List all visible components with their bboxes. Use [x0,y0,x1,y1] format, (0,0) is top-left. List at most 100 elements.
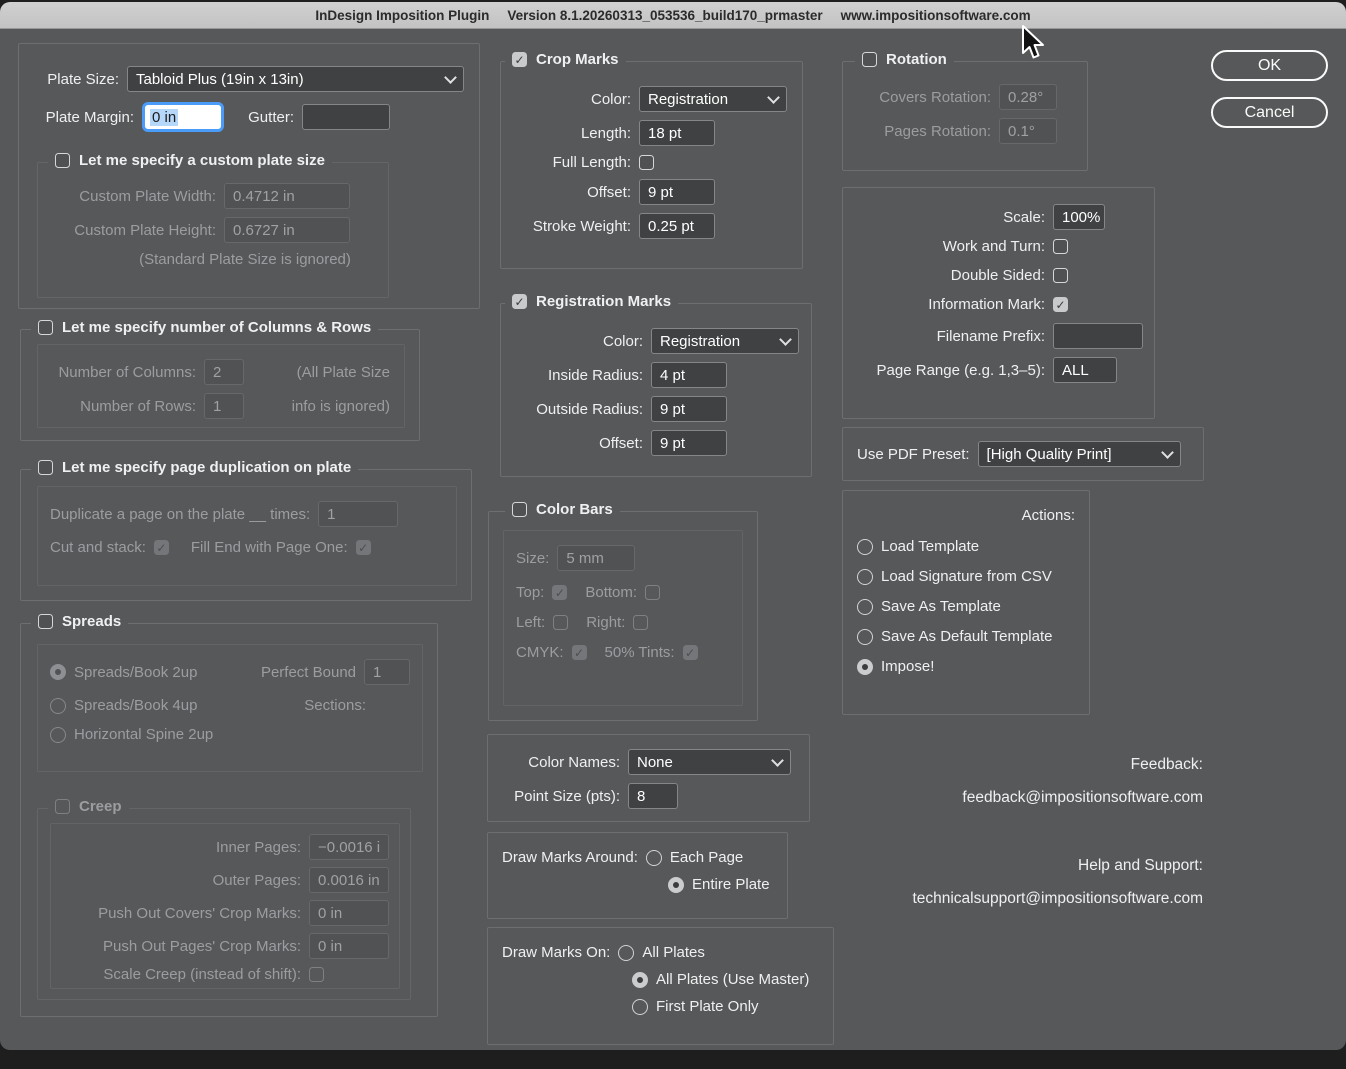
crop-marks-legend: Crop Marks [536,51,619,68]
columns-rows-checkbox[interactable] [38,320,53,335]
spreads-checkbox[interactable] [38,614,53,629]
colorbar-cmyk-label: CMYK: [516,644,564,661]
info-mark-label: Information Mark: [855,296,1045,313]
radio-all-plates[interactable] [618,945,634,961]
crop-length-input[interactable]: 18 pt [639,120,715,146]
plate-size-select[interactable]: Tabloid Plus (19in x 13in) [127,66,464,92]
radio-each-page[interactable] [646,850,662,866]
reg-color-label: Color: [513,333,643,350]
ok-button[interactable]: OK [1211,50,1328,81]
registration-marks-checkbox[interactable] [512,294,527,309]
color-names-select[interactable]: None [628,749,791,775]
custom-height-input[interactable]: 0.6727 in [224,217,350,243]
colorbar-cmyk-checkbox[interactable] [572,645,587,660]
horizontal-spine-label: Horizontal Spine 2up [74,726,213,743]
plate-margin-input[interactable]: 0 in [142,102,224,132]
cut-stack-checkbox[interactable] [154,540,169,555]
outer-pages-input[interactable]: 0.0016 in [309,867,389,893]
scale-creep-checkbox[interactable] [309,967,324,982]
color-names-value: None [637,754,673,771]
creep-checkbox[interactable] [55,799,70,814]
crop-marks-checkbox[interactable] [512,52,527,67]
work-turn-checkbox[interactable] [1053,239,1068,254]
title-bar[interactable]: InDesign Imposition Plugin Version 8.1.2… [0,2,1346,29]
colorbar-top-checkbox[interactable] [552,585,567,600]
chevron-down-icon [779,333,792,346]
page-range-input[interactable]: ALL [1053,357,1117,383]
radio-impose[interactable] [857,659,873,675]
load-signature-csv-label: Load Signature from CSV [881,568,1052,585]
radio-horizontal-spine-2up[interactable] [50,727,66,743]
color-bars-checkbox[interactable] [512,502,527,517]
point-size-input[interactable]: 8 [628,783,678,809]
radio-load-template[interactable] [857,539,873,555]
support-label: Help and Support: [880,856,1203,876]
mouse-cursor [1020,24,1046,69]
rotation-legend: Rotation [886,51,947,68]
cancel-button[interactable]: Cancel [1211,97,1328,128]
colorbar-tints-checkbox[interactable] [683,645,698,660]
colorbar-size-input[interactable]: 5 mm [557,545,635,571]
info-mark-checkbox[interactable] [1053,297,1068,312]
duplicate-times-value: 1 [327,506,335,523]
perfect-bound-input[interactable]: 1 [364,659,410,685]
pdf-preset-label: Use PDF Preset: [857,446,970,463]
perfect-bound-value: 1 [373,664,381,681]
colorbar-left-checkbox[interactable] [553,615,568,630]
push-pages-input[interactable]: 0 in [309,933,389,959]
columns-rows-legend: Let me specify number of Columns & Rows [62,319,371,336]
inside-radius-input[interactable]: 4 pt [651,362,727,388]
plate-note-line2: info is ignored) [292,398,390,415]
colorbar-bottom-checkbox[interactable] [645,585,660,600]
pages-rotation-input[interactable]: 0.1° [999,118,1057,144]
scale-input[interactable]: 100% [1053,204,1105,230]
covers-rotation-input[interactable]: 0.28° [999,84,1057,110]
radio-load-signature-csv[interactable] [857,569,873,585]
inner-pages-input[interactable]: −0.0016 i [309,834,389,860]
covers-rotation-value: 0.28° [1008,89,1043,106]
reg-offset-input[interactable]: 9 pt [651,430,727,456]
work-turn-label: Work and Turn: [855,238,1045,255]
feedback-email: feedback@impositionsoftware.com [880,788,1203,808]
radio-spreads-book-2up[interactable] [50,664,66,680]
crop-color-select[interactable]: Registration [639,86,787,112]
load-template-label: Load Template [881,538,979,555]
radio-entire-plate[interactable] [668,877,684,893]
filename-prefix-input[interactable] [1053,323,1143,349]
push-covers-input[interactable]: 0 in [309,900,389,926]
num-columns-label: Number of Columns: [50,364,196,381]
custom-height-value: 0.6727 in [233,222,295,239]
num-columns-input[interactable]: 2 [204,359,244,385]
pdf-preset-group: Use PDF Preset: [High Quality Print] [842,427,1204,481]
radio-save-as-template[interactable] [857,599,873,615]
radio-spreads-book-4up[interactable] [50,698,66,714]
outside-radius-input[interactable]: 9 pt [651,396,727,422]
stroke-weight-input[interactable]: 0.25 pt [639,213,715,239]
chevron-down-icon [771,754,784,767]
page-duplication-checkbox[interactable] [38,460,53,475]
custom-width-input[interactable]: 0.4712 in [224,183,350,209]
gutter-input[interactable] [302,104,390,130]
filename-prefix-label: Filename Prefix: [855,328,1045,345]
radio-first-plate-only[interactable] [632,999,648,1015]
fill-end-checkbox[interactable] [356,540,371,555]
colorbar-right-checkbox[interactable] [633,615,648,630]
radio-all-plates-master[interactable] [632,972,648,988]
radio-save-as-default-template[interactable] [857,629,873,645]
rotation-checkbox[interactable] [862,52,877,67]
pdf-preset-select[interactable]: [High Quality Print] [978,441,1181,467]
crop-offset-input[interactable]: 9 pt [639,179,715,205]
reg-color-select[interactable]: Registration [651,328,799,354]
custom-plate-size-checkbox[interactable] [55,153,70,168]
push-pages-value: 0 in [318,938,342,955]
page-duplication-legend: Let me specify page duplication on plate [62,459,351,476]
duplicate-times-input[interactable]: 1 [318,501,398,527]
each-page-label: Each Page [670,849,743,866]
actions-group: Actions: Load Template Load Signature fr… [842,490,1090,715]
full-length-checkbox[interactable] [639,155,654,170]
num-rows-input[interactable]: 1 [204,393,244,419]
plate-margin-label: Plate Margin: [31,109,134,126]
entire-plate-label: Entire Plate [692,876,770,893]
custom-width-value: 0.4712 in [233,188,295,205]
double-sided-checkbox[interactable] [1053,268,1068,283]
